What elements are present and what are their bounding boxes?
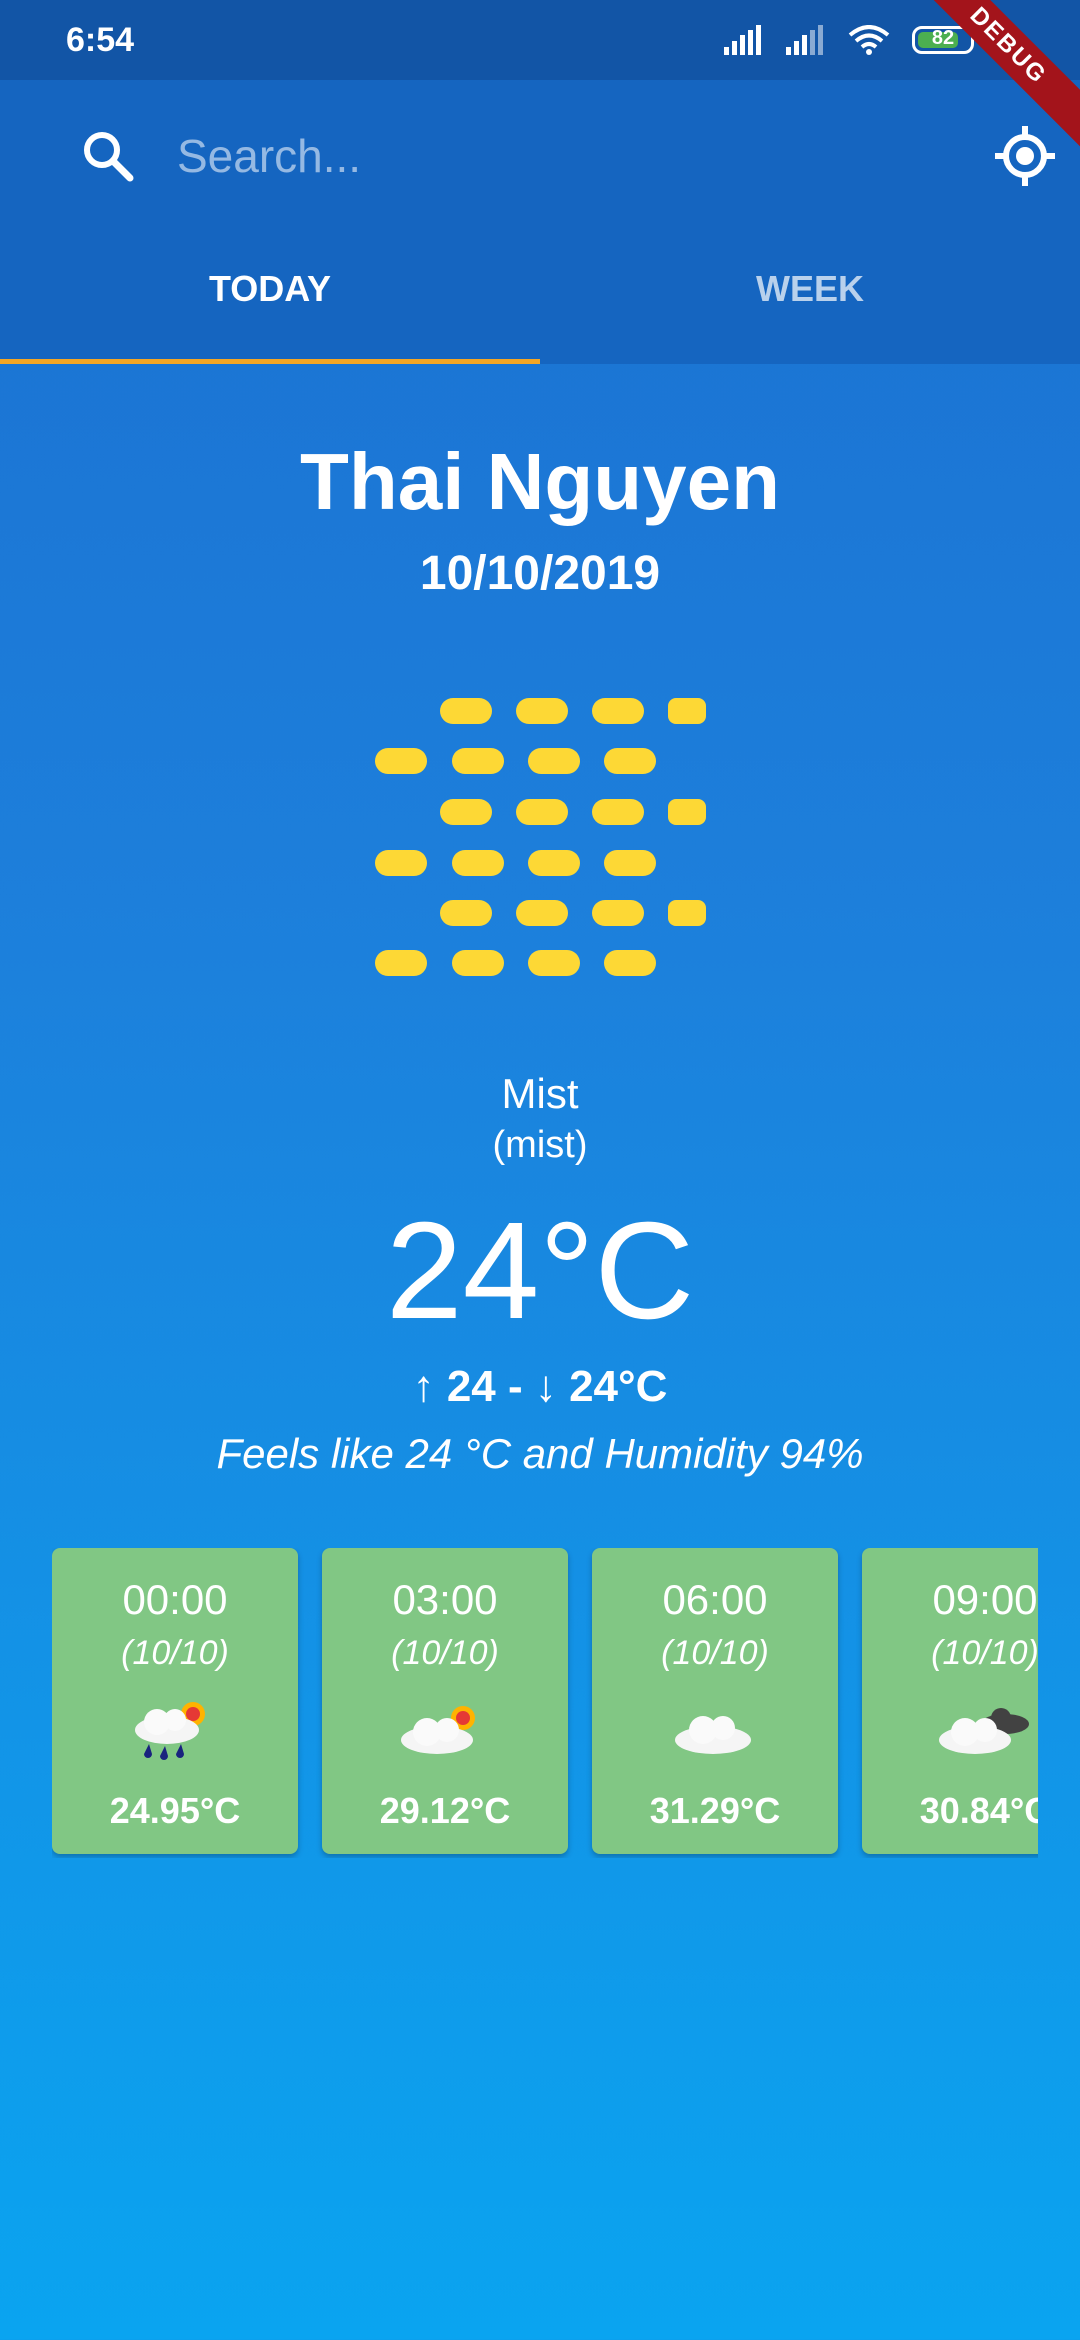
forecast-date: (10/10) <box>391 1634 499 1672</box>
tab-week[interactable]: WEEK <box>540 230 1080 364</box>
tab-bar: TODAY WEEK <box>0 230 1080 364</box>
forecast-temperature: 30.84°C <box>919 1790 1038 1831</box>
battery-level: 82 <box>931 27 955 49</box>
forecast-time: 09:00 <box>932 1576 1038 1623</box>
search-icon[interactable] <box>80 128 136 189</box>
forecast-time: 06:00 <box>662 1576 768 1623</box>
forecast-date: (10/10) <box>121 1634 229 1672</box>
forecast-card[interactable]: 00:00 (10/10) 24.95°C <box>52 1548 298 1854</box>
tab-today-label: TODAY <box>208 268 332 309</box>
search-input[interactable] <box>175 120 959 192</box>
signal-icon <box>724 25 764 55</box>
wifi-icon <box>848 25 890 55</box>
city-name: Thai Nguyen <box>299 437 781 526</box>
weather-condition: Mist <box>501 1070 579 1117</box>
forecast-temperature: 31.29°C <box>649 1790 781 1831</box>
min-max-temperature: ↑ 24 - ↓ 24°C <box>412 1362 668 1411</box>
weather-description: (mist) <box>492 1124 588 1166</box>
tab-today[interactable]: TODAY <box>0 230 540 364</box>
forecast-time: 03:00 <box>392 1576 498 1623</box>
forecast-temperature: 29.12°C <box>379 1790 511 1831</box>
current-temperature: 24°C <box>385 1194 695 1348</box>
forecast-card[interactable]: 09:00 (10/10) 30.84°C <box>862 1548 1038 1854</box>
cloud-icon <box>665 1696 765 1771</box>
current-date: 10/10/2019 <box>419 547 661 600</box>
forecast-time: 00:00 <box>122 1576 228 1623</box>
feels-like-humidity: Feels like 24 °C and Humidity 94% <box>216 1430 864 1477</box>
forecast-date: (10/10) <box>661 1634 769 1672</box>
rain-sun-icon <box>125 1696 225 1771</box>
mist-icon <box>370 690 710 995</box>
tab-week-label: WEEK <box>756 268 864 309</box>
forecast-temperature: 24.95°C <box>109 1790 241 1831</box>
hourly-forecast-list[interactable]: 00:00 (10/10) 24.95°C 03:00 (10/10) 29.1… <box>52 1548 1038 1858</box>
forecast-card[interactable]: 06:00 (10/10) 31.29°C <box>592 1548 838 1854</box>
signal-icon-2 <box>786 25 826 55</box>
tab-indicator <box>0 359 540 364</box>
my-location-icon[interactable] <box>995 126 1055 191</box>
forecast-card[interactable]: 03:00 (10/10) 29.12°C <box>322 1548 568 1854</box>
search-bar <box>0 80 1080 230</box>
app-bar: TODAY WEEK <box>0 80 1080 364</box>
status-time: 6:54 <box>66 20 135 59</box>
status-bar: 6:54 82 <box>0 0 1080 80</box>
forecast-date: (10/10) <box>931 1634 1038 1672</box>
cloud-sun-icon <box>395 1696 495 1771</box>
broken-clouds-icon <box>935 1696 1035 1771</box>
status-icons: 82 <box>724 25 974 55</box>
